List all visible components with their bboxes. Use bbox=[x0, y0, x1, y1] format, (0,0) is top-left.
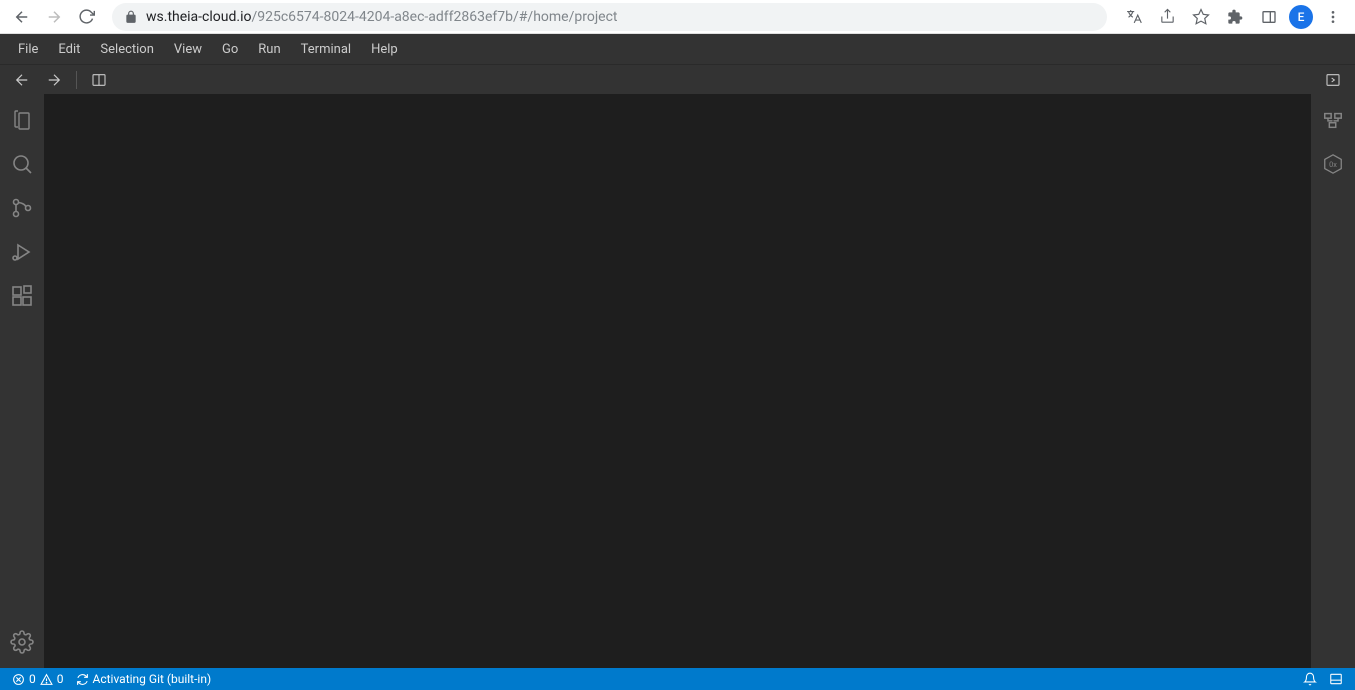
ide-body: 0x bbox=[0, 94, 1355, 668]
profile-avatar[interactable]: E bbox=[1289, 5, 1313, 29]
source-control-icon[interactable] bbox=[0, 186, 44, 230]
browser-toolbar: ws.theia-cloud.io/925c6574-8024-4204-a8e… bbox=[0, 0, 1355, 34]
run-debug-icon[interactable] bbox=[0, 230, 44, 274]
status-layout[interactable] bbox=[1325, 672, 1347, 686]
sync-icon bbox=[76, 673, 89, 686]
reload-button[interactable] bbox=[72, 3, 100, 31]
url-host: ws.theia-cloud.io bbox=[146, 9, 251, 25]
settings-icon[interactable] bbox=[0, 620, 44, 664]
menu-file[interactable]: File bbox=[8, 34, 48, 64]
back-button[interactable] bbox=[8, 3, 36, 31]
browser-menu-icon[interactable] bbox=[1319, 3, 1347, 31]
toolbar-left bbox=[8, 66, 113, 94]
editor-area[interactable] bbox=[44, 94, 1311, 668]
ide-root: File Edit Selection View Go Run Terminal… bbox=[0, 34, 1355, 690]
status-bar: 0 0 Activating Git (built-in) bbox=[0, 668, 1355, 690]
explorer-icon[interactable] bbox=[0, 98, 44, 142]
menu-terminal[interactable]: Terminal bbox=[291, 34, 361, 64]
star-icon[interactable] bbox=[1187, 3, 1215, 31]
menu-selection[interactable]: Selection bbox=[90, 34, 163, 64]
search-icon[interactable] bbox=[0, 142, 44, 186]
extensions-panel-icon[interactable] bbox=[0, 274, 44, 318]
outline-icon[interactable] bbox=[1311, 98, 1355, 142]
menu-go[interactable]: Go bbox=[212, 34, 248, 64]
status-problems[interactable]: 0 0 bbox=[8, 672, 68, 686]
errors-count: 0 bbox=[29, 672, 36, 686]
git-status-text: Activating Git (built-in) bbox=[93, 672, 212, 686]
hex-icon[interactable]: 0x bbox=[1311, 142, 1355, 186]
browser-actions: E bbox=[1119, 3, 1347, 31]
avatar-letter: E bbox=[1298, 10, 1305, 24]
warning-icon bbox=[40, 673, 53, 686]
nav-forward-button[interactable] bbox=[40, 66, 68, 94]
warnings-count: 0 bbox=[57, 672, 64, 686]
forward-button[interactable] bbox=[40, 3, 68, 31]
status-right bbox=[1299, 672, 1347, 686]
url-path: /925c6574-8024-4204-a8ec-adff2863ef7b/#/… bbox=[251, 9, 617, 25]
toggle-panel-button[interactable] bbox=[85, 66, 113, 94]
activity-bar bbox=[0, 94, 44, 668]
nav-back-button[interactable] bbox=[8, 66, 36, 94]
toolbar-right bbox=[1319, 66, 1347, 94]
editor-toolbar bbox=[0, 64, 1355, 94]
side-panel-icon[interactable] bbox=[1255, 3, 1283, 31]
svg-text:0x: 0x bbox=[1329, 160, 1337, 169]
menu-edit[interactable]: Edit bbox=[48, 34, 90, 64]
address-bar[interactable]: ws.theia-cloud.io/925c6574-8024-4204-a8e… bbox=[112, 3, 1107, 31]
menu-help[interactable]: Help bbox=[361, 34, 408, 64]
status-git[interactable]: Activating Git (built-in) bbox=[72, 672, 216, 686]
translate-icon[interactable] bbox=[1119, 3, 1147, 31]
extensions-icon[interactable] bbox=[1221, 3, 1249, 31]
status-left: 0 0 Activating Git (built-in) bbox=[8, 672, 215, 686]
status-bell[interactable] bbox=[1299, 672, 1321, 686]
menu-run[interactable]: Run bbox=[248, 34, 290, 64]
toggle-right-panel-button[interactable] bbox=[1319, 66, 1347, 94]
lock-icon bbox=[124, 10, 138, 24]
right-activity-bar: 0x bbox=[1311, 94, 1355, 668]
menu-bar: File Edit Selection View Go Run Terminal… bbox=[0, 34, 1355, 64]
toolbar-separator bbox=[76, 71, 77, 89]
menu-view[interactable]: View bbox=[164, 34, 212, 64]
url-text: ws.theia-cloud.io/925c6574-8024-4204-a8e… bbox=[146, 9, 618, 25]
error-icon bbox=[12, 673, 25, 686]
share-icon[interactable] bbox=[1153, 3, 1181, 31]
